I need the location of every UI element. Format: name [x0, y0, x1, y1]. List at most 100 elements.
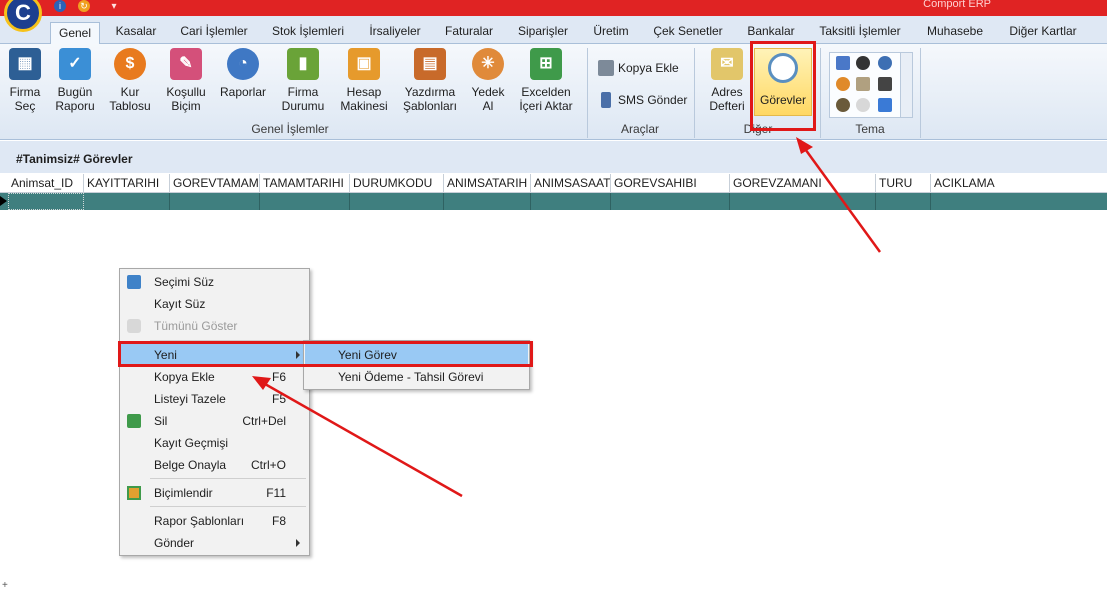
- menu-item-secimi-suz[interactable]: Seçimi Süz: [121, 271, 308, 293]
- bugun-raporu-button[interactable]: ✓ Bugün Raporu: [52, 48, 98, 113]
- sms-gonder-button[interactable]: SMS Gönder: [598, 92, 687, 108]
- theme-swatch[interactable]: [836, 56, 850, 70]
- column-header[interactable]: ANIMSATARIH: [444, 174, 531, 193]
- column-header[interactable]: GOREVTAMAM: [170, 174, 260, 193]
- spreadsheet-icon: ⊞: [530, 48, 562, 80]
- column-header[interactable]: ACIKLAMA: [931, 174, 1107, 193]
- grid-header: Animsat_ID KAYITTARIHI GOREVTAMAM TAMAMT…: [0, 174, 1107, 193]
- raporlar-button[interactable]: ◔ Raporlar: [218, 48, 268, 99]
- button-label: Makinesi: [340, 99, 388, 113]
- row-indicator-icon: [0, 196, 7, 206]
- firma-sec-button[interactable]: ▦ Firma Seç: [4, 48, 46, 113]
- kur-tablosu-button[interactable]: $ Kur Tablosu: [106, 48, 154, 113]
- column-header[interactable]: GOREVSAHIBI: [611, 174, 730, 193]
- tab-cek-senetler[interactable]: Çek Senetler: [646, 21, 730, 43]
- button-label: Kopya Ekle: [618, 61, 679, 75]
- table-cell[interactable]: [170, 193, 260, 210]
- pin-icon[interactable]: ▾: [108, 0, 120, 12]
- tab-stok-islemleri[interactable]: Stok İşlemleri: [264, 21, 352, 43]
- format-icon: [127, 486, 141, 500]
- annotation-box-gorevler: [750, 41, 816, 131]
- column-header[interactable]: TURU: [876, 174, 931, 193]
- menu-item-listeyi-tazele[interactable]: Listeyi Tazele F5: [121, 388, 308, 410]
- menu-item-rapor-sablonlari[interactable]: Rapor Şablonları F8: [121, 510, 308, 532]
- adres-defteri-button[interactable]: ✉ Adres Defteri: [704, 48, 750, 113]
- firma-durumu-button[interactable]: ▮ Firma Durumu: [278, 48, 328, 113]
- tab-uretim[interactable]: Üretim: [584, 21, 638, 43]
- group-label-araclar: Araçlar: [620, 122, 659, 136]
- backup-icon: ✳: [472, 48, 504, 80]
- menu-item-kopya-ekle[interactable]: Kopya Ekle F6: [121, 366, 308, 388]
- menu-item-label: Belge Onayla: [154, 458, 227, 472]
- theme-swatch[interactable]: [836, 77, 850, 91]
- yedek-al-button[interactable]: ✳ Yedek Al: [468, 48, 508, 113]
- tab-muhasebe[interactable]: Muhasebe: [918, 21, 992, 43]
- table-cell[interactable]: [730, 193, 876, 210]
- refresh-icon[interactable]: ↻: [78, 0, 90, 12]
- excelden-iceri-aktar-button[interactable]: ⊞ Excelden İçeri Aktar: [514, 48, 578, 113]
- button-label: Hesap: [346, 85, 382, 99]
- kopya-ekle-button[interactable]: Kopya Ekle: [598, 60, 679, 76]
- hesap-makinesi-button[interactable]: ▣ Hesap Makinesi: [338, 48, 390, 113]
- button-label: Excelden: [521, 85, 571, 99]
- menu-item-belge-onayla[interactable]: Belge Onayla Ctrl+O: [121, 454, 308, 476]
- dollar-icon: $: [114, 48, 146, 80]
- column-header[interactable]: KAYITTARIHI: [84, 174, 170, 193]
- tab-diger-kartlar[interactable]: Diğer Kartlar: [1002, 21, 1084, 43]
- menu-item-label: Listeyi Tazele: [154, 392, 226, 406]
- button-label: İçeri Aktar: [519, 99, 573, 113]
- footer-expand-icon[interactable]: +: [2, 580, 9, 591]
- table-cell[interactable]: [876, 193, 931, 210]
- button-label: Raporlar: [219, 85, 267, 99]
- column-header[interactable]: DURUMKODU: [350, 174, 444, 193]
- tab-genel[interactable]: Genel: [50, 22, 100, 46]
- tab-faturalar[interactable]: Faturalar: [438, 21, 500, 43]
- group-separator: [920, 48, 921, 138]
- kosullu-bicim-button[interactable]: ✎ Koşullu Biçim: [162, 48, 210, 113]
- theme-swatch[interactable]: [856, 56, 870, 70]
- table-cell[interactable]: [350, 193, 444, 210]
- column-header[interactable]: ANIMSASAAT: [531, 174, 611, 193]
- button-label: Şablonları: [402, 99, 458, 113]
- button-label: Yedek: [471, 85, 505, 99]
- column-header[interactable]: Animsat_ID: [8, 174, 84, 193]
- menu-separator: [150, 506, 306, 507]
- table-cell[interactable]: [611, 193, 730, 210]
- info-icon[interactable]: i: [54, 0, 66, 12]
- theme-swatch[interactable]: [878, 98, 892, 112]
- theme-swatch[interactable]: [878, 77, 892, 91]
- menu-item-sil[interactable]: Sil Ctrl+Del: [121, 410, 308, 432]
- tab-taksitli-islemler[interactable]: Taksitli İşlemler: [812, 21, 908, 43]
- group-label-tema: Tema: [855, 122, 885, 136]
- tab-siparisler[interactable]: Siparişler: [510, 21, 576, 43]
- menu-shortcut: Ctrl+Del: [242, 414, 286, 428]
- column-header[interactable]: TAMAMTARIHI: [260, 174, 350, 193]
- table-cell[interactable]: [444, 193, 531, 210]
- menu-item-kayit-gecmisi[interactable]: Kayıt Geçmişi: [121, 432, 308, 454]
- column-header[interactable]: GOREVZAMANI: [730, 174, 876, 193]
- menu-item-bicimlendir[interactable]: Biçimlendir F11: [121, 482, 308, 504]
- table-cell[interactable]: [8, 193, 84, 210]
- tab-kasalar[interactable]: Kasalar: [108, 21, 164, 43]
- theme-swatch[interactable]: [878, 56, 892, 70]
- menu-item-yeni-odeme-tahsil-gorevi[interactable]: Yeni Ödeme - Tahsil Görevi: [305, 366, 528, 388]
- yazdirma-sablonlari-button[interactable]: ▤ Yazdırma Şablonları: [400, 48, 460, 113]
- copy-icon: [598, 60, 614, 76]
- tab-irsaliyeler[interactable]: İrsaliyeler: [360, 21, 430, 43]
- table-row-selected[interactable]: [0, 193, 1107, 210]
- table-cell[interactable]: [260, 193, 350, 210]
- menu-shortcut: Ctrl+O: [250, 458, 286, 472]
- menu-item-kayit-suz[interactable]: Kayıt Süz: [121, 293, 308, 315]
- menu-item-label: Kopya Ekle: [154, 370, 215, 384]
- menu-item-gonder[interactable]: Gönder: [121, 532, 308, 554]
- table-cell[interactable]: [84, 193, 170, 210]
- theme-swatch[interactable]: [856, 98, 870, 112]
- theme-swatch[interactable]: [836, 98, 850, 112]
- tab-cari-islemler[interactable]: Cari İşlemler: [172, 21, 256, 43]
- button-label: Kur: [120, 85, 140, 99]
- tab-bankalar[interactable]: Bankalar: [740, 21, 802, 43]
- gallery-scroll[interactable]: [900, 53, 912, 117]
- theme-swatch[interactable]: [856, 77, 870, 91]
- table-cell[interactable]: [531, 193, 611, 210]
- theme-gallery[interactable]: [829, 52, 913, 118]
